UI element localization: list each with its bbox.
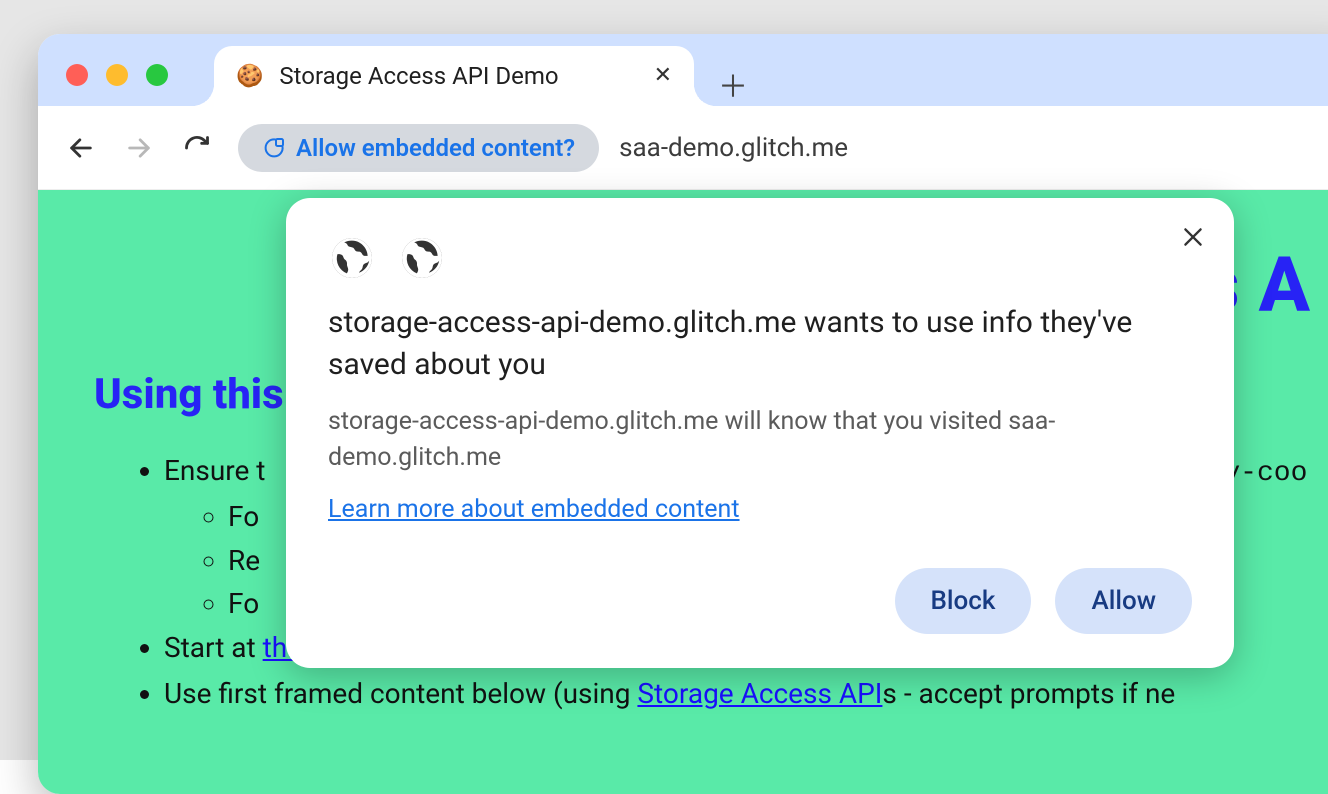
storage-access-api-link[interactable]: Storage Access API (637, 677, 882, 710)
window-minimize-button[interactable] (106, 64, 128, 86)
window-close-button[interactable] (66, 64, 88, 86)
globe-icon (398, 234, 446, 282)
prompt-close-button[interactable] (1180, 224, 1206, 254)
omnibox[interactable]: Allow embedded content? saa-demo.glitch.… (238, 123, 1328, 173)
prompt-title: storage-access-api-demo.glitch.me wants … (328, 302, 1192, 386)
globe-icon (328, 234, 376, 282)
address-url: saa-demo.glitch.me (619, 133, 848, 163)
tab-strip: 🍪 Storage Access API Demo ✕ ＋ (38, 34, 1328, 106)
nav-forward-button[interactable] (122, 131, 156, 165)
learn-more-link[interactable]: Learn more about embedded content (328, 495, 740, 524)
tab-title: Storage Access API Demo (279, 62, 637, 90)
nav-reload-button[interactable] (180, 131, 214, 165)
window-traffic-lights (66, 64, 168, 86)
nav-back-button[interactable] (64, 131, 98, 165)
prompt-subtitle: storage-access-api-demo.glitch.me will k… (328, 404, 1192, 477)
permission-chip-label: Allow embedded content? (296, 134, 575, 162)
browser-tab[interactable]: 🍪 Storage Access API Demo ✕ (214, 46, 694, 106)
browser-window: 🍪 Storage Access API Demo ✕ ＋ Allow embe… (38, 34, 1328, 794)
new-tab-button[interactable]: ＋ (718, 62, 748, 106)
allow-button[interactable]: Allow (1055, 568, 1192, 634)
permission-chip[interactable]: Allow embedded content? (238, 124, 599, 172)
embed-icon (262, 136, 286, 160)
toolbar: Allow embedded content? saa-demo.glitch.… (38, 106, 1328, 190)
list-item: Use first framed content below (using St… (164, 672, 1310, 715)
block-button[interactable]: Block (895, 568, 1032, 634)
tab-close-button[interactable]: ✕ (654, 65, 672, 87)
permission-prompt: storage-access-api-demo.glitch.me wants … (286, 198, 1234, 668)
tab-favicon: 🍪 (236, 64, 263, 89)
window-maximize-button[interactable] (146, 64, 168, 86)
